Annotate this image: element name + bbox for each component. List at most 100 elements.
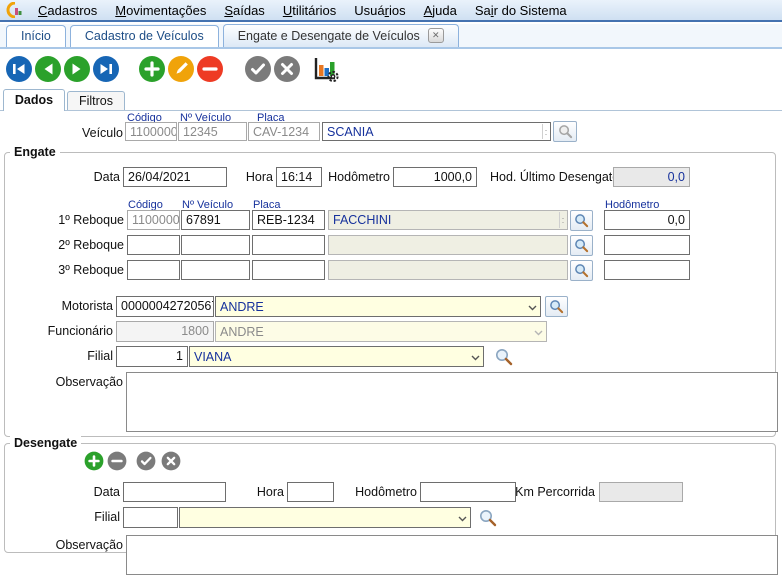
edit-record-button[interactable] xyxy=(167,55,195,83)
search-icon xyxy=(549,299,564,314)
engate-hodometro-field[interactable]: 1000,0 xyxy=(393,167,477,187)
vehicle-placa-field[interactable]: CAV-1234 xyxy=(248,122,320,141)
vehicle-codigo-field[interactable]: 110000000( xyxy=(125,122,177,141)
menu-sair-do-sistema[interactable]: Sair do Sistema xyxy=(466,3,576,18)
report-chart-button[interactable] xyxy=(311,55,339,83)
reboque2-numero-field[interactable] xyxy=(181,235,250,255)
desengate-observacao-label: Observação xyxy=(40,538,123,552)
tab-cadastro-de-veiculos[interactable]: Cadastro de Veículos xyxy=(70,25,219,47)
vehicle-marca-value: SCANIA xyxy=(327,125,534,139)
menu-label: Usuá xyxy=(354,3,384,18)
previous-record-button[interactable] xyxy=(34,55,62,83)
menu-label: U xyxy=(283,3,292,18)
funcionario-combo: ANDRE xyxy=(215,321,547,342)
filial-codigo-field[interactable]: 1 xyxy=(116,346,188,367)
desengate-filial-combo[interactable] xyxy=(179,507,471,528)
menu-usuarios[interactable]: Usuários xyxy=(345,3,414,18)
desengate-remove-button[interactable] xyxy=(107,451,127,471)
vehicle-numero-field[interactable]: 12345 xyxy=(178,122,247,141)
menu-ajuda[interactable]: Ajuda xyxy=(415,3,466,18)
reboque2-hodometro-field[interactable] xyxy=(604,235,690,255)
funcionario-label: Funcionário xyxy=(30,324,113,338)
filial-combo[interactable]: VIANA xyxy=(189,346,484,367)
reboque2-codigo-field[interactable] xyxy=(127,235,180,255)
reboque1-placa-field[interactable]: REB-1234 xyxy=(252,210,325,230)
km-percorrida-field xyxy=(599,482,683,502)
reboque1-hodometro-field[interactable]: 0,0 xyxy=(604,210,690,230)
reboque3-hodometro-field[interactable] xyxy=(604,260,690,280)
engate-data-label: Data xyxy=(48,170,120,184)
desengate-data-field[interactable] xyxy=(123,482,226,502)
reboque3-codigo-field[interactable] xyxy=(127,260,180,280)
observacao-textarea[interactable] xyxy=(126,372,778,432)
motorista-combo[interactable]: ANDRE xyxy=(215,296,541,317)
desengate-cancel-button[interactable] xyxy=(161,451,181,471)
desengate-hodometro-label: Hodômetro xyxy=(355,485,417,499)
vehicle-marca-combo[interactable]: SCANIA : xyxy=(322,122,551,141)
reboque3-numero-field[interactable] xyxy=(181,260,250,280)
app-window: Cadastros Movimentações Saídas Utilitári… xyxy=(0,0,782,540)
desengate-hora-field[interactable] xyxy=(287,482,334,502)
desengate-hodometro-field[interactable] xyxy=(420,482,516,502)
vehicle-search-button[interactable] xyxy=(553,121,577,142)
tab-inicio[interactable]: Início xyxy=(6,25,66,47)
motorista-search-button[interactable] xyxy=(545,296,568,317)
tab-dados[interactable]: Dados xyxy=(3,89,65,111)
menu-label: Sa xyxy=(475,3,491,18)
engate-data-field[interactable]: 26/04/2021 xyxy=(123,167,227,187)
km-percorrida-label: Km Percorrida xyxy=(512,485,595,499)
desengate-observacao-textarea[interactable] xyxy=(126,535,778,575)
menu-label: S xyxy=(224,3,233,18)
reboque2-marca-combo[interactable] xyxy=(328,235,568,255)
cancel-button[interactable] xyxy=(273,55,301,83)
reboque1-label: 1º Reboque xyxy=(40,213,124,227)
menu-label: aídas xyxy=(233,3,265,18)
tab-engate-e-desengate[interactable]: Engate e Desengate de Veículos ✕ xyxy=(223,24,459,47)
chevron-down-icon[interactable] xyxy=(458,516,467,522)
add-record-button[interactable] xyxy=(138,55,166,83)
desengate-filial-codigo-field[interactable] xyxy=(123,507,178,528)
tab-label: Engate e Desengate de Veículos xyxy=(238,29,420,43)
search-icon xyxy=(558,124,573,139)
funcionario-codigo-field: 1800 xyxy=(116,321,214,342)
desengate-filial-search-icon[interactable] xyxy=(478,508,498,528)
motorista-codigo-field[interactable]: 00000042720567 xyxy=(116,296,214,317)
reboque1-numero-field[interactable]: 67891 xyxy=(181,210,250,230)
desengate-hora-label: Hora xyxy=(240,485,284,499)
last-record-button[interactable] xyxy=(92,55,120,83)
first-record-button[interactable] xyxy=(5,55,33,83)
chevron-down-icon[interactable] xyxy=(471,355,480,361)
menu-label: M xyxy=(115,3,126,18)
menu-label: A xyxy=(424,3,433,18)
menu-label: ovimentações xyxy=(126,3,206,18)
desengate-filial-label: Filial xyxy=(48,510,120,524)
vehicle-label: Veículo xyxy=(40,126,123,140)
toolbar xyxy=(0,49,782,89)
reboque1-codigo-field[interactable]: 110000000( xyxy=(127,210,180,230)
reboque3-placa-field[interactable] xyxy=(252,260,325,280)
chevron-down-icon[interactable] xyxy=(528,305,537,311)
menu-saidas[interactable]: Saídas xyxy=(215,3,273,18)
delete-record-button[interactable] xyxy=(196,55,224,83)
confirm-button[interactable] xyxy=(244,55,272,83)
desengate-add-button[interactable] xyxy=(84,451,104,471)
reboque1-search-button[interactable] xyxy=(570,210,593,231)
menu-cadastros[interactable]: Cadastros xyxy=(29,3,106,18)
reboque3-search-button[interactable] xyxy=(570,260,593,281)
tab-filtros[interactable]: Filtros xyxy=(67,91,125,111)
reboque2-search-button[interactable] xyxy=(570,235,593,256)
menu-utilitarios[interactable]: Utilitários xyxy=(274,3,345,18)
close-tab-icon[interactable]: ✕ xyxy=(428,28,444,43)
filial-label: Filial xyxy=(40,349,113,363)
reboque1-marca-combo[interactable]: FACCHINI : xyxy=(328,210,568,230)
engate-hora-field[interactable]: 16:14 xyxy=(276,167,322,187)
menu-bar: Cadastros Movimentações Saídas Utilitári… xyxy=(0,0,782,22)
reboque2-placa-field[interactable] xyxy=(252,235,325,255)
desengate-confirm-button[interactable] xyxy=(136,451,156,471)
menu-movimentacoes[interactable]: Movimentações xyxy=(106,3,215,18)
next-record-button[interactable] xyxy=(63,55,91,83)
filial-search-icon[interactable] xyxy=(494,347,514,367)
reboque3-marca-combo[interactable] xyxy=(328,260,568,280)
search-icon xyxy=(574,238,589,253)
combo-scroll-strip: : xyxy=(542,124,549,139)
